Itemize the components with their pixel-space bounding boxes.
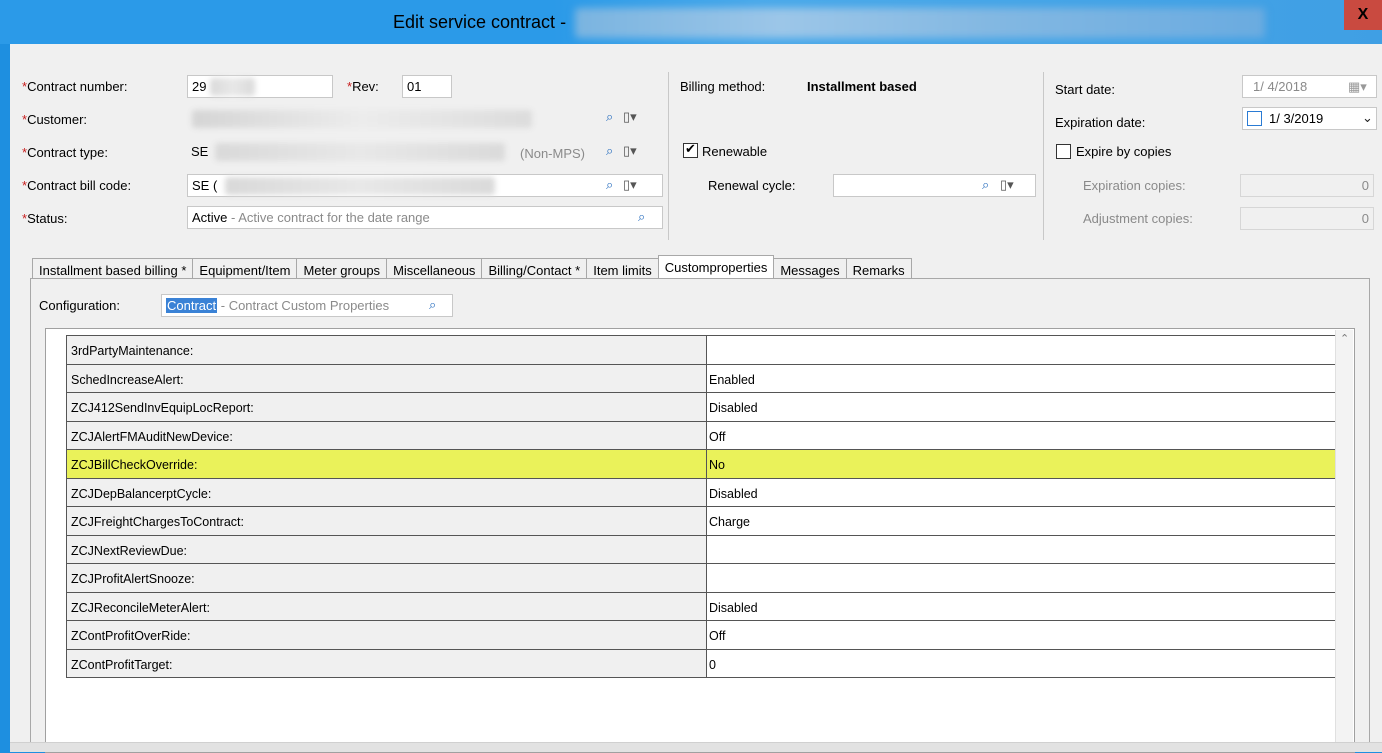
divider [668,72,669,240]
table-row[interactable]: ZCJDepBalancerptCycle: Disabled [66,478,1340,507]
renewal-cycle-label: Renewal cycle: [708,178,796,193]
property-value-cell[interactable] [706,564,1340,592]
table-row[interactable]: ZCJBillCheckOverride: No [66,450,1340,479]
dropdown-menu-icon[interactable]: ▯▾ [1000,177,1014,193]
search-icon[interactable]: ⌕ [982,177,989,193]
table-row[interactable]: ZCJProfitAlertSnooze: [66,564,1340,593]
search-icon[interactable]: ⌕ [638,209,645,225]
adjustment-copies-label: Adjustment copies: [1083,211,1193,226]
property-name-cell: ZContProfitOverRide: [66,621,706,649]
rev-label: *Rev: [347,79,379,94]
customer-label: *Customer: [22,112,88,127]
tab-strip: Installment based billing * Equipment/Ite… [32,254,912,282]
chevron-down-icon[interactable]: ⌄ [1362,110,1373,126]
property-value-cell[interactable] [706,336,1340,364]
bottom-bar [10,742,1382,752]
property-value-cell[interactable]: No [706,450,1340,478]
configuration-field[interactable]: Contract - Contract Custom Properties [161,294,453,317]
redacted-contract-number [210,78,255,96]
dropdown-menu-icon[interactable]: ▯▾ [623,177,637,193]
table-row[interactable]: ZContProfitOverRide: Off [66,621,1340,650]
property-value-cell[interactable]: Enabled [706,364,1340,392]
renewable-checkbox[interactable] [683,141,698,158]
contract-number-field[interactable]: 29 [187,75,333,98]
contract-number-label: *Contract number: [22,79,128,94]
property-value-cell[interactable]: Off [706,621,1340,649]
grid-rows: 3rdPartyMaintenance: SchedIncreaseAlert: E… [66,335,1340,678]
billing-method-label: Billing method: [680,79,766,94]
renewable-label: Renewable [702,144,768,159]
expiration-copies-field[interactable]: 0 [1240,174,1374,197]
contract-type-suffix: (Non-MPS) [520,146,586,161]
table-row[interactable]: ZCJAlertFMAuditNewDevice: Off [66,421,1340,450]
status-label: *Status: [22,211,68,226]
dropdown-menu-icon[interactable]: ▯▾ [623,143,637,159]
property-value-cell[interactable]: 0 [706,649,1340,677]
billing-method-value: Installment based [807,79,917,94]
custom-properties-panel: Configuration: Contract - Contract Custo… [30,278,1370,753]
expire-by-copies-checkbox[interactable] [1056,144,1071,159]
redacted-title [575,8,1265,38]
table-row[interactable]: ZCJNextReviewDue: [66,535,1340,564]
status-field[interactable]: Active - Active contract for the date ra… [187,206,663,229]
property-value-cell[interactable]: Disabled [706,592,1340,620]
search-icon[interactable]: ⌕ [606,143,613,159]
expiration-date-label: Expiration date: [1055,115,1146,130]
contract-bill-code-label: *Contract bill code: [22,178,132,193]
property-name-cell: SchedIncreaseAlert: [66,364,706,392]
close-button[interactable]: X [1344,0,1382,30]
dialog-body: *Contract number: 29 *Rev: 01 *Customer:… [10,44,1382,753]
window-title: Edit service contract - [393,12,567,32]
properties-grid: 3rdPartyMaintenance: SchedIncreaseAlert: E… [45,328,1355,753]
title-bar: Edit service contract - X [0,0,1382,44]
property-name-cell: ZCJ412SendInvEquipLocReport: [66,393,706,421]
vertical-scrollbar[interactable]: ⌃ [1335,330,1353,752]
property-value-cell[interactable]: Disabled [706,393,1340,421]
calendar-icon[interactable]: ▦▾ [1348,79,1367,95]
table-row[interactable]: ZCJ412SendInvEquipLocReport: Disabled [66,393,1340,422]
property-name-cell: ZCJAlertFMAuditNewDevice: [66,421,706,449]
table-row[interactable]: SchedIncreaseAlert: Enabled [66,364,1340,393]
expiration-date-field[interactable]: 1/ 3/2019 [1242,107,1377,130]
divider [1043,72,1044,240]
property-value-cell[interactable]: Off [706,421,1340,449]
property-name-cell: ZCJProfitAlertSnooze: [66,564,706,592]
redacted-bill-code [225,177,495,195]
expiration-date-checkbox[interactable] [1247,111,1262,126]
start-date-label: Start date: [1055,82,1115,97]
table-row[interactable]: ZCJReconcileMeterAlert: Disabled [66,592,1340,621]
property-value-cell[interactable] [706,535,1340,563]
property-name-cell: 3rdPartyMaintenance: [66,336,706,364]
property-name-cell: ZCJReconcileMeterAlert: [66,592,706,620]
property-name-cell: ZCJNextReviewDue: [66,535,706,563]
rev-field[interactable]: 01 [402,75,452,98]
search-icon[interactable]: ⌕ [606,177,613,193]
redacted-customer [192,110,532,128]
contract-type-label: *Contract type: [22,145,108,160]
expiration-copies-label: Expiration copies: [1083,178,1186,193]
property-name-cell: ZCJDepBalancerptCycle: [66,478,706,506]
property-value-cell[interactable]: Charge [706,507,1340,535]
dropdown-menu-icon[interactable]: ▯▾ [623,109,637,125]
configuration-label: Configuration: [39,298,120,313]
table-row[interactable]: ZContProfitTarget: 0 [66,649,1340,678]
adjustment-copies-field[interactable]: 0 [1240,207,1374,230]
scroll-up-icon[interactable]: ⌃ [1340,332,1349,345]
property-name-cell: ZCJBillCheckOverride: [66,450,706,478]
property-value-cell[interactable]: Disabled [706,478,1340,506]
property-name-cell: ZContProfitTarget: [66,649,706,677]
search-icon[interactable]: ⌕ [606,109,613,125]
expire-by-copies-label: Expire by copies [1076,144,1172,159]
redacted-contract-type [215,143,505,161]
property-name-cell: ZCJFreightChargesToContract: [66,507,706,535]
search-icon[interactable]: ⌕ [429,297,436,313]
table-row[interactable]: 3rdPartyMaintenance: [66,336,1340,365]
table-row[interactable]: ZCJFreightChargesToContract: Charge [66,507,1340,536]
